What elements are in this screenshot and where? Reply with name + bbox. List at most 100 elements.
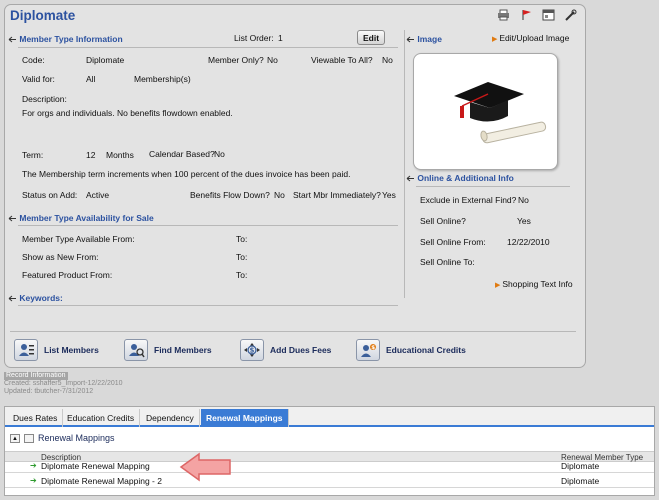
term-note-pre: The Membership term increments when: [22, 169, 172, 179]
viewable-value: No: [382, 55, 393, 65]
related-records-panel: Dues Rates Education Credits Dependency …: [4, 406, 655, 496]
keywords-section-title: Keywords:: [19, 293, 63, 303]
arrow-right-icon: ➔: [30, 461, 37, 470]
table-row[interactable]: ➔ Diplomate Renewal Mapping - 2 Diplomat…: [5, 474, 654, 488]
member-type-section-header[interactable]: Member Type Information: [8, 34, 123, 44]
window-icon[interactable]: [542, 9, 555, 21]
calendar-based-label: Calendar Based?: [149, 149, 215, 159]
benefits-label: Benefits Flow Down?: [190, 190, 270, 200]
online-section-title: Online & Additional Info: [417, 173, 514, 183]
educational-credits-icon: $: [356, 339, 380, 361]
tools-icon[interactable]: [564, 9, 577, 21]
record-info-header: Record Information: [4, 372, 68, 380]
member-only-value: No: [267, 55, 278, 65]
availability-section-title: Member Type Availability for Sale: [19, 213, 154, 223]
arrow-right-icon: ➔: [30, 476, 37, 485]
callout-arrow-icon: [179, 452, 231, 482]
collapse-icon[interactable]: [406, 175, 415, 182]
record-created: Created: sshaffer5_Import-12/22/2010: [4, 380, 123, 387]
valid-for-value: All: [86, 74, 96, 84]
shopping-text-label: Shopping Text Info: [502, 279, 573, 289]
description-value: For orgs and individuals. No benefits fl…: [22, 108, 233, 118]
row-description[interactable]: Diplomate Renewal Mapping - 2: [41, 476, 162, 486]
educational-credits-button[interactable]: $ Educational Credits: [356, 338, 466, 362]
collapse-icon[interactable]: [406, 36, 415, 43]
tab-education-credits[interactable]: Education Credits: [62, 409, 141, 427]
term-label: Term:: [22, 150, 44, 160]
row-type: Diplomate: [561, 461, 600, 471]
tab-dependency[interactable]: Dependency: [141, 409, 200, 427]
add-dues-fees-label: Add Dues Fees: [270, 345, 332, 355]
edit-button[interactable]: Edit: [357, 30, 385, 45]
tab-renewal-mappings[interactable]: Renewal Mappings: [201, 409, 289, 427]
table-row[interactable]: ➔ Diplomate Renewal Mapping Diplomate: [5, 459, 654, 473]
valid-for-unit: Membership(s): [134, 74, 191, 84]
graduation-cap-icon: [454, 82, 547, 144]
term-value: 12: [86, 150, 96, 160]
image-section-header[interactable]: Image: [406, 34, 442, 44]
window-icon[interactable]: [24, 434, 35, 444]
status-value: Active: [86, 190, 110, 200]
page-title: Diplomate: [10, 8, 76, 23]
viewable-label: Viewable To All?: [311, 55, 373, 65]
sell-from-label: Sell Online From:: [420, 237, 486, 247]
benefits-value: No: [274, 190, 285, 200]
member-type-image: [413, 53, 558, 170]
sell-to-label: Sell Online To:: [420, 257, 475, 267]
collapse-icon[interactable]: [8, 295, 17, 302]
collapse-icon[interactable]: [8, 215, 17, 222]
find-members-button[interactable]: Find Members: [124, 338, 212, 362]
list-members-button[interactable]: List Members: [14, 338, 99, 362]
sell-online-label: Sell Online?: [420, 216, 466, 226]
collapse-grid-icon[interactable]: ▲: [10, 434, 20, 444]
add-dues-fees-button[interactable]: $ Add Dues Fees: [240, 338, 331, 362]
term-unit: Months: [106, 150, 134, 160]
sell-from-value: 12/22/2010: [507, 237, 550, 247]
edit-upload-image-label: Edit/Upload Image: [499, 33, 570, 43]
row-type: Diplomate: [561, 476, 600, 486]
find-members-icon: [124, 339, 148, 361]
dues-fees-icon: $: [240, 339, 264, 361]
available-from-label: Member Type Available From:: [22, 234, 135, 244]
term-note: The Membership term increments when 100 …: [22, 169, 350, 179]
divider: [18, 47, 398, 48]
show-new-from-label: Show as New From:: [22, 252, 99, 262]
available-to-label: To:: [236, 234, 248, 244]
list-members-label: List Members: [44, 345, 99, 355]
description-label: Description:: [22, 94, 67, 104]
keywords-section-header[interactable]: Keywords:: [8, 293, 63, 303]
exclude-value: No: [518, 195, 529, 205]
flag-icon[interactable]: [520, 9, 533, 21]
svg-text:$: $: [371, 345, 375, 351]
column-divider: [404, 30, 405, 298]
educational-credits-label: Educational Credits: [386, 345, 466, 355]
valid-for-label: Valid for:: [22, 74, 55, 84]
member-only-label: Member Only?: [208, 55, 264, 65]
online-section-header[interactable]: Online & Additional Info: [406, 173, 514, 183]
find-members-label: Find Members: [154, 345, 212, 355]
edit-upload-image-link[interactable]: ▶ Edit/Upload Image: [492, 33, 569, 43]
divider: [416, 186, 570, 187]
tab-dues-rates[interactable]: Dues Rates: [8, 409, 64, 427]
row-description[interactable]: Diplomate Renewal Mapping: [41, 461, 150, 471]
arrow-icon: ▶: [492, 36, 498, 43]
grid-title: Renewal Mappings: [38, 433, 115, 443]
code-value: Diplomate: [86, 55, 125, 65]
image-section-title: Image: [417, 34, 442, 44]
collapse-icon[interactable]: [8, 36, 17, 43]
exclude-label: Exclude in External Find?: [420, 195, 517, 205]
term-note-value: 100: [174, 169, 189, 179]
record-information: Record Information Created: sshaffer5_Im…: [4, 372, 123, 396]
code-label: Code:: [22, 55, 45, 65]
divider: [10, 331, 576, 332]
availability-section-header[interactable]: Member Type Availability for Sale: [8, 213, 154, 223]
list-order-label: List Order:: [234, 33, 274, 43]
shopping-text-link[interactable]: ▶ Shopping Text Info: [495, 279, 573, 289]
printer-icon[interactable]: [497, 9, 510, 21]
term-note-post: percent of the dues invoice has been pai…: [190, 169, 351, 179]
start-mbr-value: Yes: [382, 190, 396, 200]
divider: [18, 305, 398, 306]
sell-online-value: Yes: [517, 216, 531, 226]
start-mbr-label: Start Mbr Immediately?: [293, 190, 381, 200]
list-members-icon: [14, 339, 38, 361]
